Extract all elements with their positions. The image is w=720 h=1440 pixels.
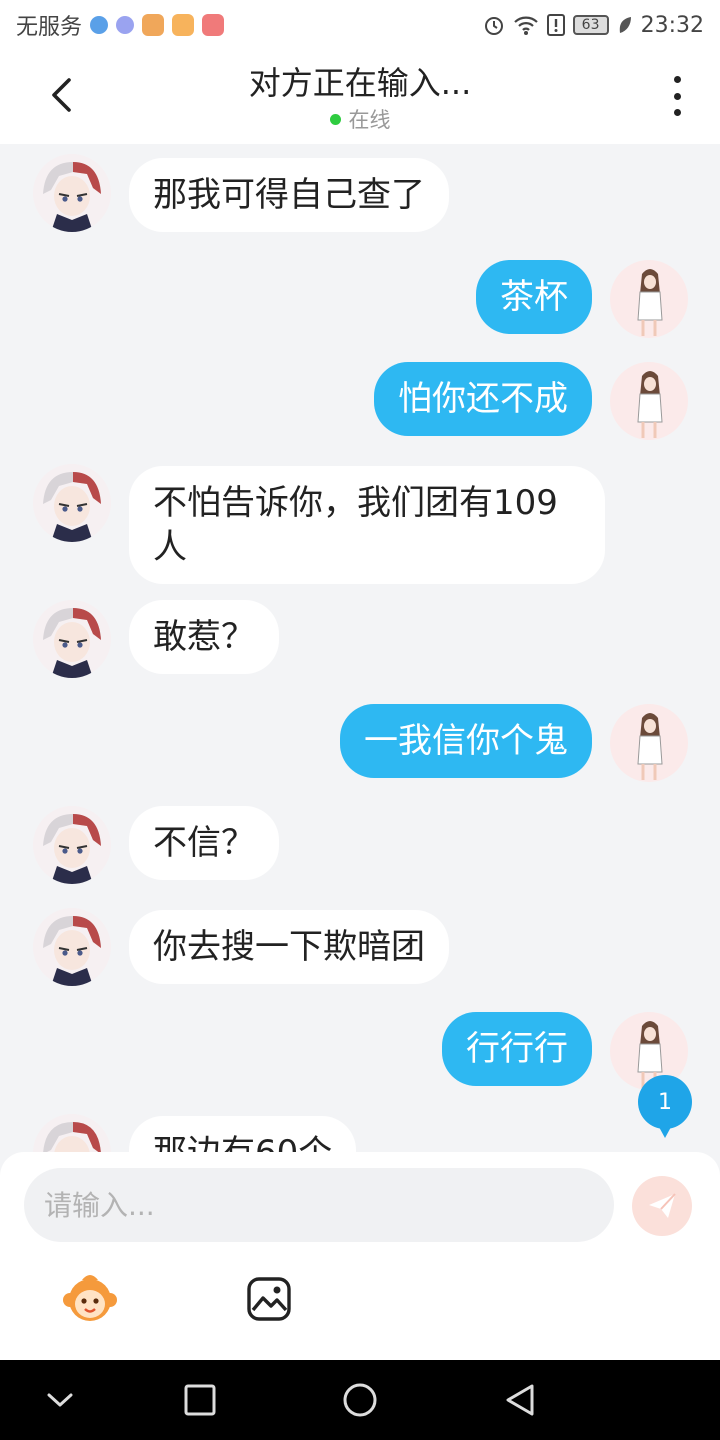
contact-avatar[interactable] <box>33 154 111 232</box>
nav-notifications-button[interactable] <box>40 1380 80 1420</box>
message-input[interactable] <box>24 1168 614 1242</box>
nav-back-button[interactable] <box>500 1380 540 1420</box>
message-bubble[interactable]: 你去搜一下欺暗团 <box>129 910 449 984</box>
leaf-icon <box>619 17 631 33</box>
contact-avatar[interactable] <box>33 1114 111 1152</box>
nav-notifications-icon <box>47 1393 73 1407</box>
emoji-button[interactable] <box>60 1272 120 1324</box>
nav-back-icon <box>506 1384 534 1416</box>
contact-avatar[interactable] <box>33 806 111 884</box>
my-avatar-image <box>610 704 688 782</box>
contact-avatar-image <box>33 154 111 232</box>
battery-indicator: 63 <box>572 15 609 35</box>
nav-recents-button[interactable] <box>180 1380 220 1420</box>
system-nav-bar <box>0 1360 720 1440</box>
wifi-icon <box>513 16 538 35</box>
online-status-label: 在线 <box>348 108 391 132</box>
unread-badge[interactable]: 1 <box>638 1075 692 1138</box>
message-bubble[interactable]: 茶杯 <box>476 260 592 334</box>
status-bar: 无服务 63 23:32 <box>0 0 720 50</box>
message-bubble[interactable]: 敢惹？ <box>129 600 279 674</box>
message-bubble[interactable]: 一我信你个鬼 <box>340 704 592 778</box>
nav-home-icon <box>343 1383 377 1417</box>
online-dot <box>329 113 341 125</box>
my-avatar[interactable] <box>610 362 688 440</box>
message-bubble[interactable]: 那我可得自己查了 <box>129 158 449 232</box>
chat-header: 对方正在输入... 在线 <box>0 50 720 144</box>
contact-avatar[interactable] <box>33 908 111 986</box>
video-app-icon <box>172 14 195 36</box>
nav-recents-icon <box>184 1384 216 1416</box>
message-list[interactable]: 那我可得自己查了 茶杯 怕你还不成 不怕告诉你，我们团有109 人 敢惹？ 一我… <box>0 144 720 1152</box>
message-bubble[interactable]: 那边有60个 <box>129 1116 357 1152</box>
my-avatar-image <box>610 362 688 440</box>
contact-avatar[interactable] <box>33 464 111 542</box>
page-title: 对方正在输入... <box>248 64 472 102</box>
image-button[interactable] <box>246 1276 292 1322</box>
my-avatar[interactable] <box>610 260 688 338</box>
app-notification-icon <box>90 16 109 34</box>
sim-alert-icon <box>546 14 565 36</box>
nav-home-button[interactable] <box>340 1380 380 1420</box>
more-icon-dot <box>673 109 681 116</box>
message-bubble[interactable]: 行行行 <box>442 1012 592 1086</box>
contact-avatar-image <box>33 1114 111 1152</box>
message-bubble[interactable]: 不怕告诉你，我们团有109 人 <box>129 466 605 584</box>
message-bubble[interactable]: 不信？ <box>129 806 279 880</box>
send-button[interactable] <box>632 1176 692 1236</box>
contact-avatar[interactable] <box>33 600 111 678</box>
more-icon <box>673 76 681 83</box>
input-panel <box>0 1152 720 1360</box>
carrier-label: 无服务 <box>16 15 83 40</box>
contact-avatar-image <box>33 464 111 542</box>
message-bubble[interactable]: 怕你还不成 <box>374 362 592 436</box>
online-status: 在线 <box>0 104 720 134</box>
contact-avatar-image <box>33 908 111 986</box>
emoji-icon <box>63 1275 117 1321</box>
shop-app-icon <box>202 14 225 36</box>
contact-avatar-image <box>33 806 111 884</box>
more-button[interactable] <box>662 76 692 116</box>
music-app-icon <box>116 16 135 34</box>
send-icon <box>649 1193 676 1218</box>
app-store-icon <box>142 14 165 36</box>
contact-avatar-image <box>33 600 111 678</box>
my-avatar-image <box>610 260 688 338</box>
alarm-icon <box>484 17 503 35</box>
clock-time: 23:32 <box>640 12 704 38</box>
my-avatar[interactable] <box>610 704 688 782</box>
image-icon <box>247 1277 291 1321</box>
more-icon-dot <box>673 92 681 100</box>
